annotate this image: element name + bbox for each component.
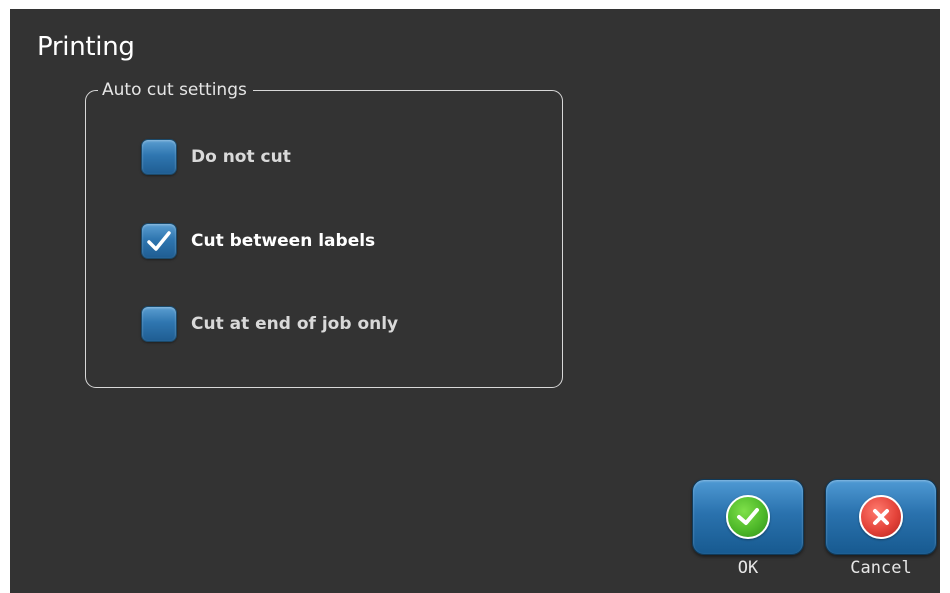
option-cut-at-end-of-job-only[interactable]: Cut at end of job only	[141, 304, 398, 344]
option-cut-between-labels[interactable]: Cut between labels	[141, 221, 375, 261]
auto-cut-settings-group: Auto cut settings Do not cut Cut between…	[85, 78, 563, 388]
cancel-label: Cancel	[850, 558, 912, 578]
ok-button[interactable]	[692, 479, 804, 555]
ok-label: OK	[737, 558, 759, 578]
x-circle-icon	[859, 495, 903, 539]
printer-screen: Printing Auto cut settings Do not cut Cu…	[10, 9, 940, 593]
option-label: Cut between labels	[191, 231, 376, 251]
page-title: Printing	[37, 32, 135, 62]
cancel-button[interactable]	[825, 479, 937, 555]
checkbox-cut-at-end-of-job-only[interactable]	[141, 306, 177, 342]
checkmark-icon	[147, 231, 171, 251]
option-do-not-cut[interactable]: Do not cut	[141, 137, 291, 177]
check-circle-icon	[726, 495, 770, 539]
checkbox-do-not-cut[interactable]	[141, 139, 177, 175]
group-legend: Auto cut settings	[98, 78, 253, 102]
checkbox-cut-between-labels[interactable]	[141, 223, 177, 259]
option-label: Do not cut	[191, 147, 291, 167]
option-label: Cut at end of job only	[191, 314, 399, 334]
